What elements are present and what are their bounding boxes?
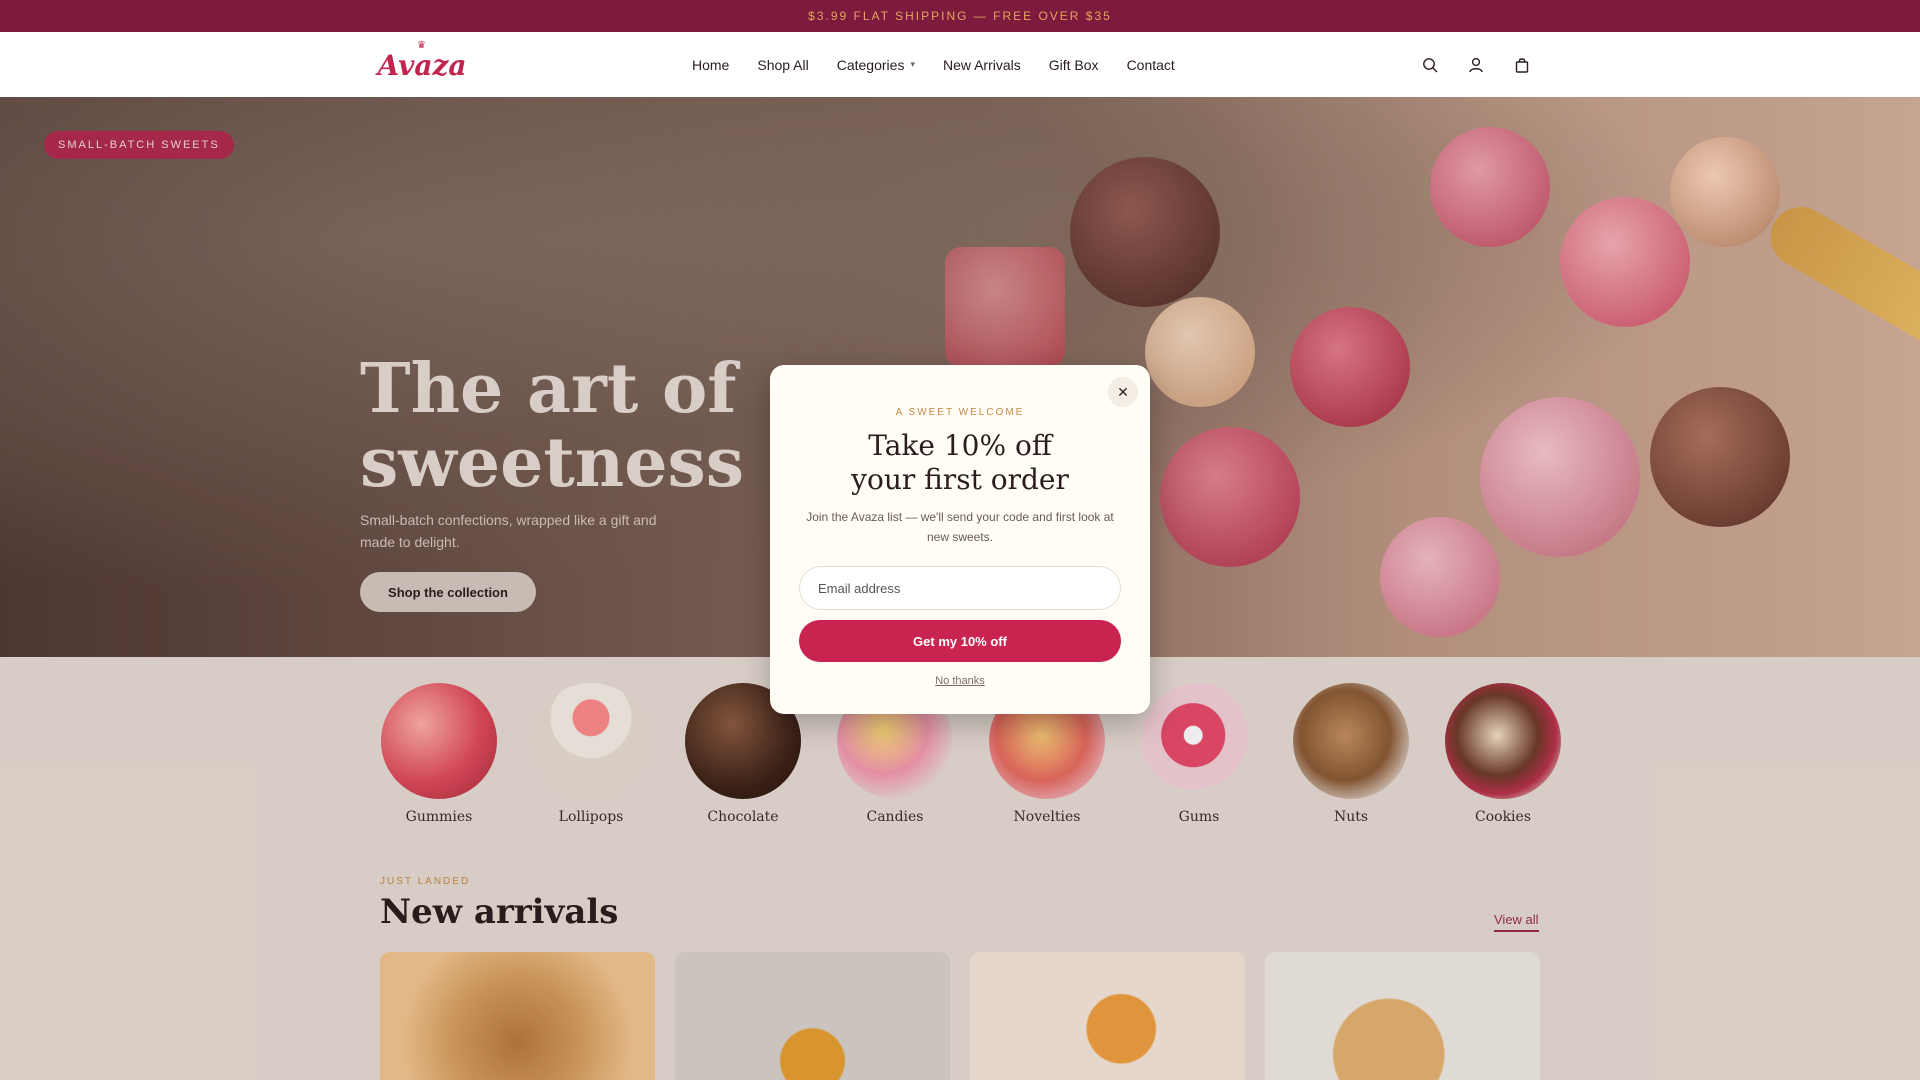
- main-nav: Home Shop All Categories ▾ New Arrivals …: [692, 32, 1203, 97]
- category-label: Candies: [866, 809, 924, 825]
- category-label: Novelties: [1013, 809, 1081, 825]
- hero-badge: SMALL-BATCH SWEETS: [44, 131, 234, 159]
- nav-new-arrivals[interactable]: New Arrivals: [943, 57, 1021, 73]
- site-header: ♛ Avaza Home Shop All Categories ▾ New A…: [0, 32, 1920, 97]
- shop-collection-button[interactable]: Shop the collection: [360, 572, 536, 612]
- logo-wordmark: Avaza: [377, 49, 467, 82]
- brand-logo[interactable]: ♛ Avaza: [377, 41, 466, 87]
- product-card-image[interactable]: [1265, 952, 1540, 1080]
- new-arrivals-title: New arrivals: [380, 892, 619, 932]
- nav-shop-all[interactable]: Shop All: [757, 57, 808, 73]
- category-image: [533, 683, 649, 799]
- nav-home[interactable]: Home: [692, 57, 729, 73]
- category-label: Cookies: [1475, 809, 1531, 825]
- modal-description: Join the Avaza list — we'll send your co…: [806, 510, 1114, 544]
- category-lollipops[interactable]: Lollipops: [532, 683, 650, 825]
- category-image: [381, 683, 497, 799]
- category-label: Gummies: [405, 809, 473, 825]
- nav-categories[interactable]: Categories ▾: [837, 57, 915, 73]
- category-gummies[interactable]: Gummies: [380, 683, 498, 825]
- announcement-bar: $3.99 FLAT SHIPPING — FREE OVER $35: [0, 0, 1920, 32]
- no-thanks-link[interactable]: No thanks: [770, 675, 1150, 687]
- modal-title-line2: your first order: [851, 463, 1069, 496]
- nav-categories-label: Categories: [836, 56, 905, 73]
- discount-modal: ✕ A SWEET WELCOME Take 10% off your firs…: [770, 365, 1150, 714]
- get-discount-button[interactable]: Get my 10% off: [799, 620, 1121, 662]
- category-image: [1445, 683, 1561, 799]
- hero-subtitle: Small-batch confections, wrapped like a …: [360, 512, 657, 550]
- hero-title: The art of sweetness: [360, 349, 745, 503]
- product-card-image[interactable]: [380, 952, 655, 1080]
- category-cookies[interactable]: Cookies: [1444, 683, 1562, 825]
- category-label: Chocolate: [707, 809, 779, 825]
- nav-contact[interactable]: Contact: [1127, 57, 1175, 73]
- modal-eyebrow: A SWEET WELCOME: [895, 407, 1025, 418]
- category-label: Lollipops: [558, 809, 624, 825]
- search-icon[interactable]: [1420, 55, 1440, 75]
- new-arrivals-eyebrow: JUST LANDED: [380, 876, 471, 887]
- hero-badge-text: SMALL-BATCH SWEETS: [58, 139, 220, 151]
- modal-title: Take 10% off your first order: [770, 429, 1150, 497]
- category-gums[interactable]: Gums: [1140, 683, 1258, 825]
- email-field[interactable]: Email address: [799, 566, 1121, 610]
- category-label: Gums: [1178, 809, 1220, 825]
- product-card-image[interactable]: [675, 952, 950, 1080]
- chevron-down-icon: ▾: [910, 59, 915, 69]
- category-image: [1293, 683, 1409, 799]
- nav-gift-box[interactable]: Gift Box: [1049, 57, 1099, 73]
- view-all-link[interactable]: View all: [1494, 912, 1539, 932]
- category-image: [1141, 683, 1257, 799]
- lower-section: [0, 657, 1920, 1080]
- announcement-text: $3.99 FLAT SHIPPING — FREE OVER $35: [808, 9, 1112, 23]
- account-icon[interactable]: [1466, 55, 1486, 75]
- category-label: Nuts: [1333, 809, 1369, 825]
- product-card-image[interactable]: [970, 952, 1245, 1080]
- close-icon[interactable]: ✕: [1108, 377, 1138, 407]
- header-icons: [1420, 32, 1532, 97]
- modal-title-line1: Take 10% off: [868, 429, 1052, 462]
- category-nuts[interactable]: Nuts: [1292, 683, 1410, 825]
- cart-icon[interactable]: [1512, 55, 1532, 75]
